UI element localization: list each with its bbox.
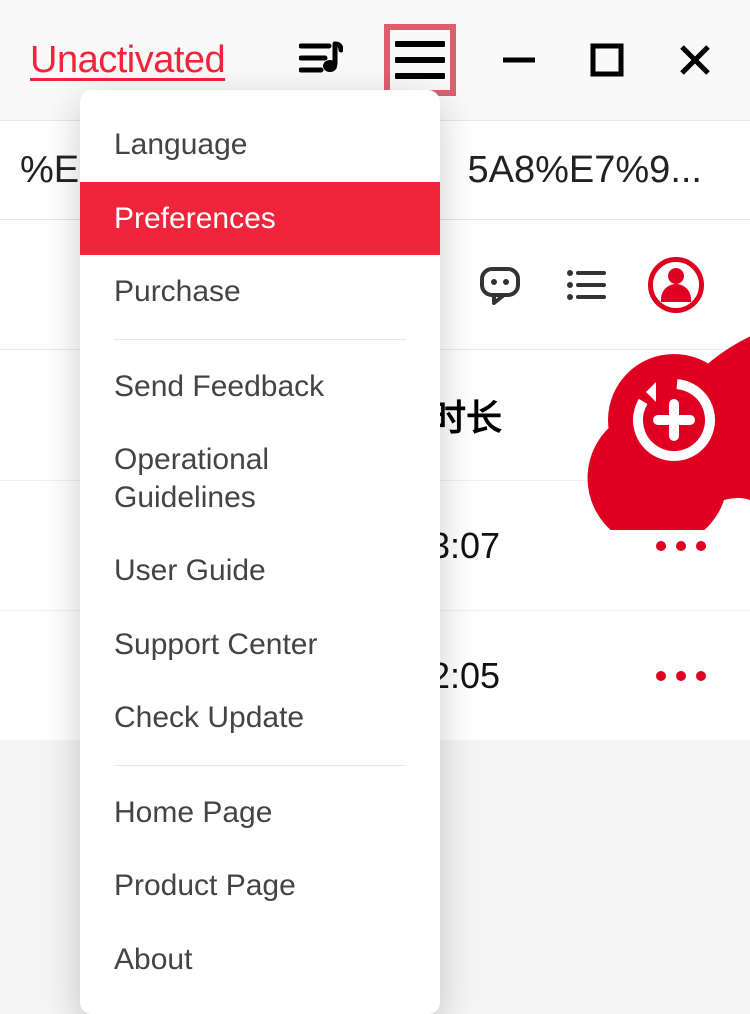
comment-icon[interactable] xyxy=(476,261,524,309)
menu-divider xyxy=(114,339,406,340)
minimize-button[interactable] xyxy=(494,35,544,85)
url-text-right: 5A8%E7%9... xyxy=(458,137,730,204)
menu-item-check-update[interactable]: Check Update xyxy=(80,681,440,755)
menu-item-language[interactable]: Language xyxy=(80,108,440,182)
main-menu-dropdown: Language Preferences Purchase Send Feedb… xyxy=(80,90,440,1014)
menu-divider xyxy=(114,765,406,766)
close-button[interactable] xyxy=(670,35,720,85)
menu-item-support-center[interactable]: Support Center xyxy=(80,608,440,682)
menu-item-operational-guidelines[interactable]: Operational Guidelines xyxy=(80,423,440,534)
menu-item-user-guide[interactable]: User Guide xyxy=(80,534,440,608)
hamburger-icon xyxy=(395,41,445,79)
list-icon[interactable] xyxy=(562,261,610,309)
more-actions-button[interactable] xyxy=(656,541,706,551)
menu-item-send-feedback[interactable]: Send Feedback xyxy=(80,350,440,424)
more-actions-button[interactable] xyxy=(656,671,706,681)
floating-add-button[interactable] xyxy=(564,330,750,530)
menu-item-preferences[interactable]: Preferences xyxy=(80,182,440,256)
activation-status-link[interactable]: Unactivated xyxy=(30,39,225,82)
account-avatar[interactable] xyxy=(648,257,704,313)
maximize-button[interactable] xyxy=(582,35,632,85)
menu-item-purchase[interactable]: Purchase xyxy=(80,255,440,329)
menu-item-about[interactable]: About xyxy=(80,923,440,997)
menu-item-home-page[interactable]: Home Page xyxy=(80,776,440,850)
playlist-icon[interactable] xyxy=(296,35,346,85)
title-actions xyxy=(296,24,720,96)
menu-item-product-page[interactable]: Product Page xyxy=(80,849,440,923)
hamburger-menu-button[interactable] xyxy=(384,24,456,96)
